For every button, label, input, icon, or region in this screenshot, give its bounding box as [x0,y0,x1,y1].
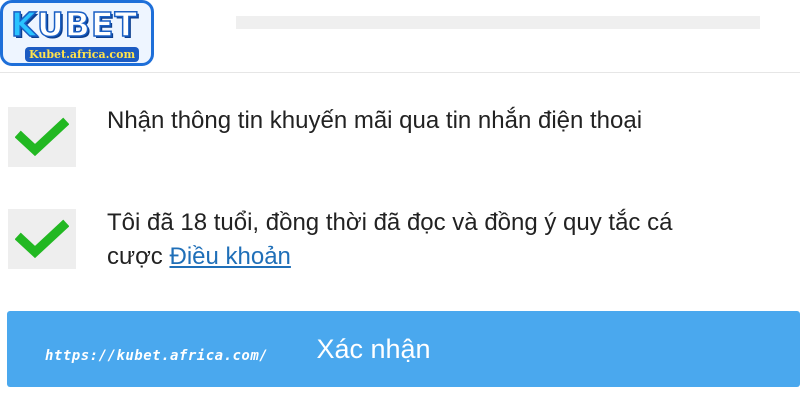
age-terms-label: Tôi đã 18 tuổi, đồng thời đã đọc và đồng… [107,206,707,274]
age-terms-checkbox[interactable] [8,209,76,269]
top-placeholder-bar [236,16,760,29]
confirm-button[interactable]: Xác nhận https://kubet.africa.com/ [7,311,800,387]
header-divider [0,72,800,73]
kubet-logo[interactable]: KUBET Kubet.africa.com [0,0,154,66]
promo-sms-checkbox[interactable] [8,107,76,167]
logo-domain-text: Kubet.africa.com [25,47,140,62]
checkmark-icon [15,219,69,259]
checkmark-icon [15,117,69,157]
logo-wordmark: KUBET [10,5,139,44]
promo-sms-label: Nhận thông tin khuyến mãi qua tin nhắn đ… [107,107,643,134]
terms-link[interactable]: Điều khoản [169,243,290,270]
watermark-url: https://kubet.africa.com/ [45,348,269,364]
